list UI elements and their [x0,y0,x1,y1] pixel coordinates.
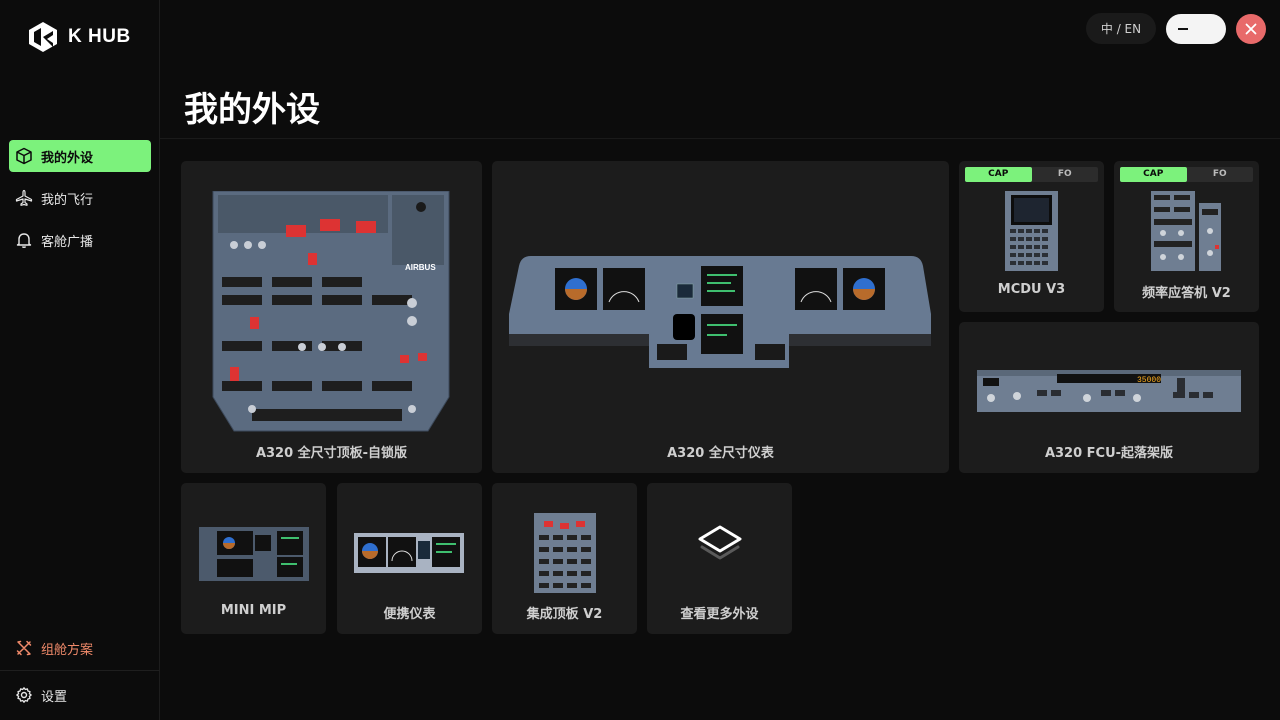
fo-option[interactable]: FO [1187,167,1254,182]
device-name: MCDU V3 [997,282,1066,297]
close-button[interactable] [1236,14,1266,44]
device-card-mcdu-v3[interactable]: CAP FO MCDU V3 [959,161,1104,312]
page-title: 我的外设 [184,90,320,130]
device-card-radio-v2[interactable]: CAP FO 频率应答机 V2 [1114,161,1259,312]
language-label: 中 / EN [1100,22,1142,36]
device-card-view-more[interactable]: 查看更多外设 [647,483,792,634]
device-name: A320 FCU-起落架版 [1044,446,1174,461]
instrument-panel-image [509,256,931,368]
cap-fo-switch[interactable]: CAP FO [1120,167,1253,182]
sidebar-item-cockpit-plan[interactable]: 组舱方案 [9,632,151,664]
device-name: MINI MIP [220,603,287,618]
sidebar-bottom-cockpit: 组舱方案 [9,632,151,674]
bell-icon [16,233,32,248]
cap-fo-switch[interactable]: CAP FO [965,167,1098,182]
minimize-toggle[interactable] [1166,14,1226,44]
language-switch[interactable]: 中 / EN [1086,13,1156,44]
sidebar-bottom-settings: 设置 [9,679,151,720]
sidebar: K HUB 我的外设 我的飞行 客舱广播 组舱方案 设置 [0,0,160,720]
sidebar-item-label: 我的外设 [41,150,94,166]
device-card-mini-mip[interactable]: MINI MIP [181,483,326,634]
airplane-icon [15,189,33,206]
device-card-integrated-overhead[interactable]: 集成顶板 V2 [492,483,637,634]
device-card-a320-fcu[interactable]: 35000 A320 FCU-起落架版 [959,322,1259,473]
cube-icon [16,147,32,165]
layers-icon [698,525,742,560]
app-logo[interactable]: K HUB [26,20,131,54]
device-card-a320-instrument[interactable]: A320 全尺寸仪表 [492,161,949,473]
sidebar-item-settings[interactable]: 设置 [9,679,151,711]
device-name: 便携仪表 [383,607,436,622]
logo-text: K HUB [68,26,131,47]
airbus-badge: AIRBUS [405,263,436,272]
tools-icon [16,640,32,656]
mini-mip-image [199,527,309,581]
device-name: A320 全尺寸仪表 [667,446,774,461]
mcdu-image [1005,191,1058,271]
title-divider [160,138,1280,139]
fcu-altitude-readout: 35000 [1137,376,1161,385]
fcu-image: 35000 [977,370,1241,412]
minus-icon [1178,28,1188,30]
cap-option[interactable]: CAP [1120,167,1187,182]
sidebar-item-cabin-broadcast[interactable]: 客舱广播 [9,224,151,256]
sidebar-item-label: 我的飞行 [41,192,94,208]
device-card-a320-overhead[interactable]: AIRBUS A320 全尺寸顶板-自锁版 [181,161,482,473]
sidebar-item-flights[interactable]: 我的飞行 [9,182,151,214]
sidebar-divider [0,670,160,671]
cap-option[interactable]: CAP [965,167,1032,182]
portable-panel-image [354,533,464,573]
sidebar-item-label: 组舱方案 [41,642,94,658]
device-name: 查看更多外设 [680,607,759,622]
sidebar-item-label: 设置 [41,689,68,705]
integrated-overhead-image [534,513,596,593]
close-icon [1245,23,1257,35]
device-name: 集成顶板 V2 [526,607,603,622]
device-card-portable[interactable]: 便携仪表 [337,483,482,634]
khub-logo-icon [29,22,57,52]
device-name: A320 全尺寸顶板-自锁版 [255,446,408,461]
fo-option[interactable]: FO [1032,167,1099,182]
sidebar-item-label: 客舱广播 [41,234,94,250]
sidebar-item-peripherals[interactable]: 我的外设 [9,140,151,172]
overhead-panel-image: AIRBUS [212,191,450,432]
device-name: 频率应答机 V2 [1142,286,1231,301]
radio-panel-image [1151,191,1221,271]
sidebar-nav: 我的外设 我的飞行 客舱广播 [9,140,151,266]
gear-icon [16,687,32,703]
